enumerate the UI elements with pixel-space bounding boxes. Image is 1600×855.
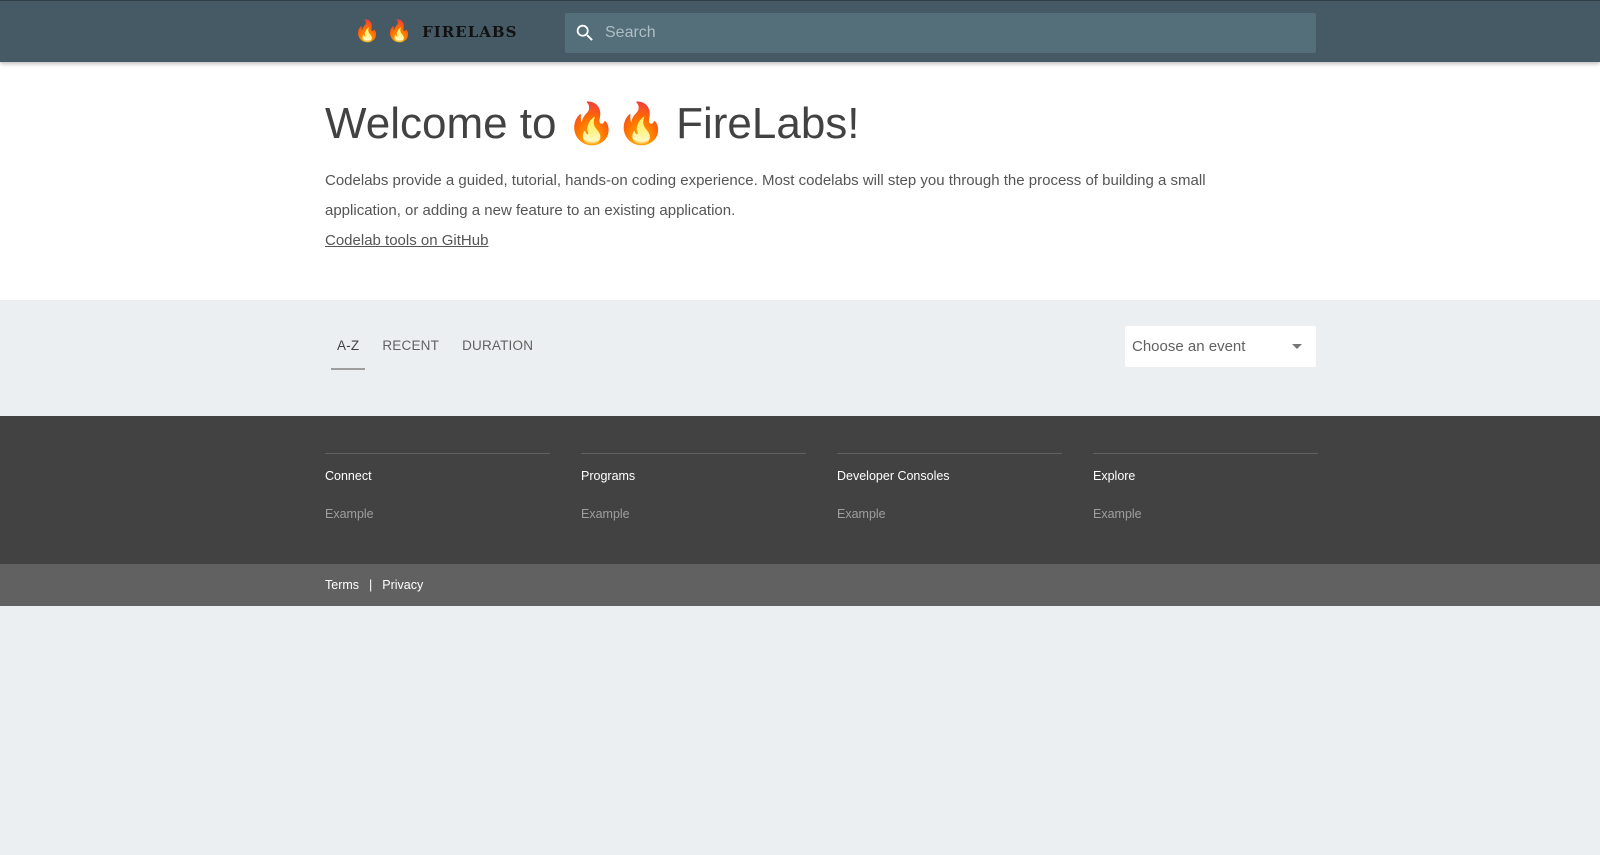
- codelab-filters: A-Z RECENT DURATION Choose an event: [0, 300, 1600, 416]
- search-input[interactable]: [605, 13, 1316, 53]
- flame-icon: 🔥 🔥: [354, 20, 413, 43]
- footer-column-title: Explore: [1093, 469, 1136, 483]
- intro-description: Codelabs provide a guided, tutorial, han…: [325, 172, 1206, 219]
- footer-columns: Connect Example Programs Example Develop…: [325, 453, 1318, 522]
- tab-recent[interactable]: RECENT: [376, 326, 445, 370]
- github-link[interactable]: Codelab tools on GitHub: [325, 232, 488, 249]
- footer-column-programs: Programs Example: [581, 453, 806, 522]
- title-prefix: Welcome to: [325, 99, 557, 148]
- search-icon[interactable]: [565, 13, 605, 53]
- title-suffix: FireLabs!: [676, 99, 860, 148]
- tab-duration[interactable]: DURATION: [456, 326, 539, 370]
- terms-link[interactable]: Terms: [325, 578, 359, 592]
- welcome-section: Welcome to 🔥🔥 FireLabs! Codelabs provide…: [0, 62, 1600, 300]
- chevron-down-icon: [1292, 344, 1302, 349]
- footer-column-developer-consoles: Developer Consoles Example: [837, 453, 1062, 522]
- privacy-link[interactable]: Privacy: [382, 578, 423, 592]
- footer-column-connect: Connect Example: [325, 453, 550, 522]
- sort-tabs: A-Z RECENT DURATION: [331, 326, 550, 370]
- footer-column-explore: Explore Example: [1093, 453, 1318, 522]
- footer-link[interactable]: Example: [1093, 506, 1318, 522]
- event-dropdown-value: Choose an event: [1132, 338, 1246, 355]
- footer-link[interactable]: Example: [581, 506, 806, 522]
- tab-a-z[interactable]: A-Z: [331, 326, 366, 370]
- site-footer: Connect Example Programs Example Develop…: [0, 416, 1600, 564]
- footer-column-title: Connect: [325, 469, 372, 483]
- footer-link[interactable]: Example: [325, 506, 550, 522]
- footer-link[interactable]: Example: [837, 506, 1062, 522]
- firelabs-logo[interactable]: 🔥 🔥 FIRELABS: [354, 20, 517, 44]
- page-title: Welcome to 🔥🔥 FireLabs!: [325, 96, 1600, 152]
- legal-separator: |: [369, 578, 373, 592]
- footer-column-title: Developer Consoles: [837, 469, 950, 483]
- event-dropdown[interactable]: Choose an event: [1125, 326, 1316, 367]
- top-app-bar: 🔥 🔥 FIRELABS: [0, 0, 1600, 62]
- logo-wordmark: FIRELABS: [422, 23, 518, 41]
- footer-column-title: Programs: [581, 469, 636, 483]
- flame-icon: 🔥🔥: [566, 102, 667, 146]
- search-box[interactable]: [565, 13, 1316, 53]
- legal-bar: Terms | Privacy: [0, 564, 1600, 606]
